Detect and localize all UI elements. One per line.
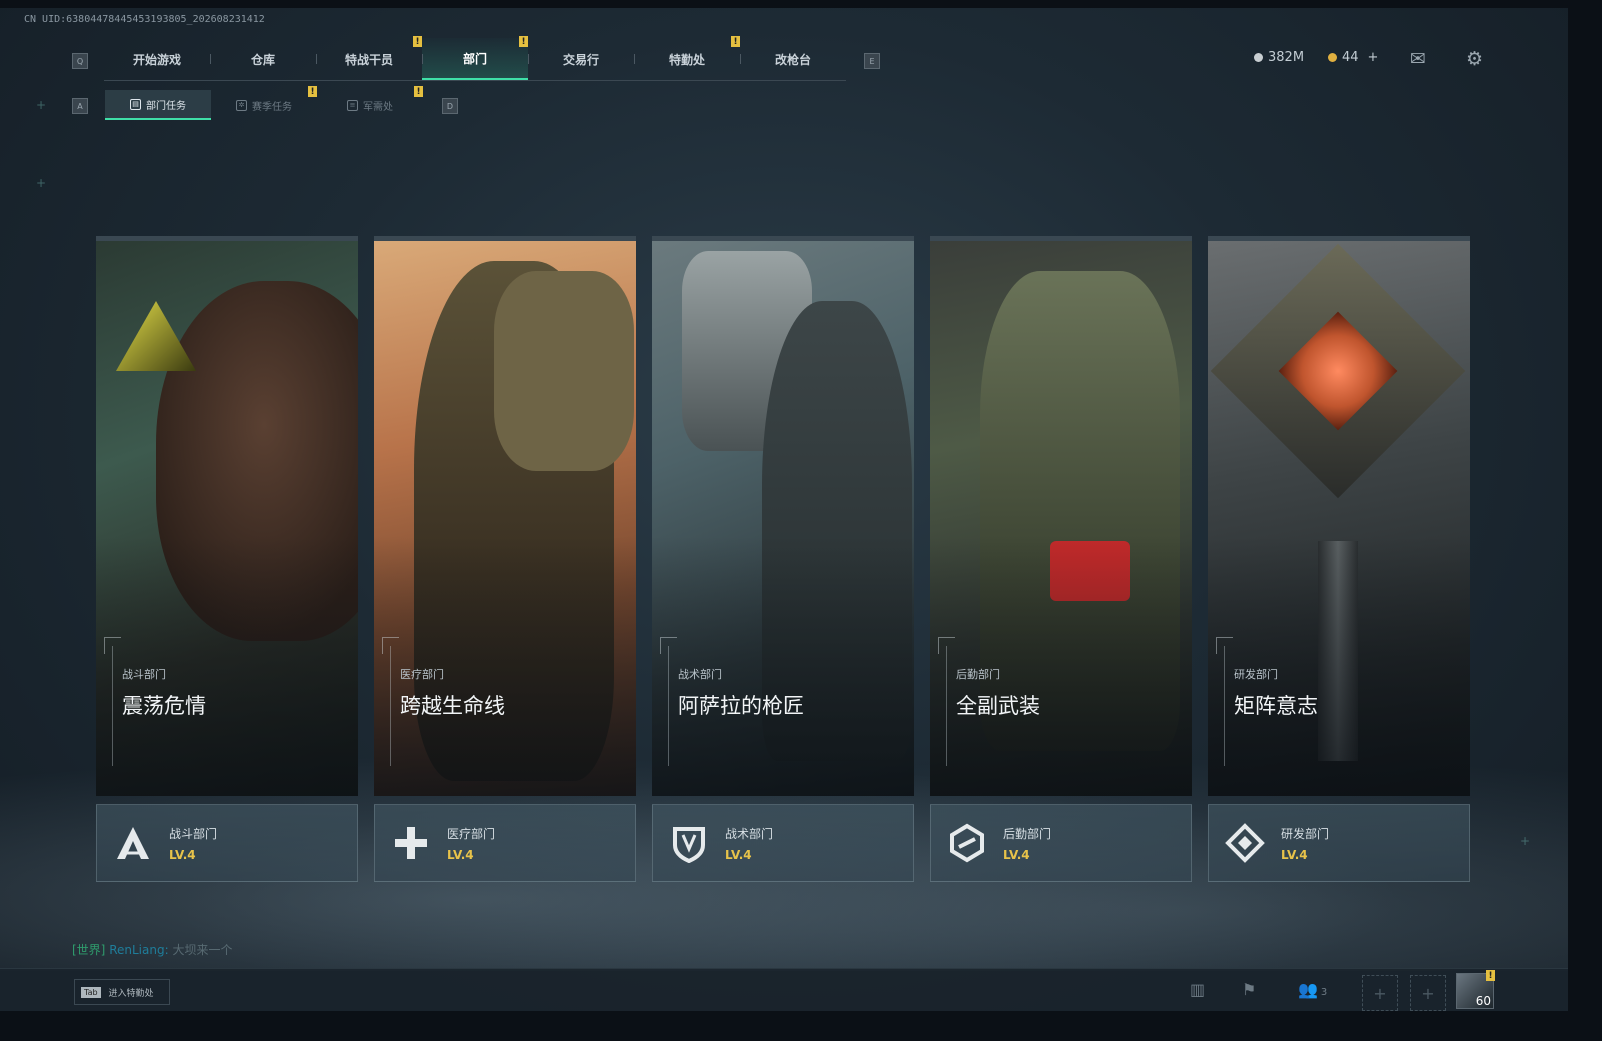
department-art: 医疗部门 跨越生命线 — [374, 236, 636, 796]
player-uid: CN UID:638044784454531938​05_20260823141… — [24, 14, 265, 25]
tab-warehouse[interactable]: 仓库 — [210, 38, 316, 80]
tab-key: Tab — [81, 986, 101, 998]
department-info-bar: 战术部门 LV.4 — [652, 804, 914, 882]
task-title: 跨越生命线 — [400, 694, 505, 718]
silver-coin-icon — [1254, 53, 1263, 62]
notification-badge: ! — [1486, 970, 1495, 981]
player-avatar[interactable]: 60 ! — [1456, 970, 1495, 1009]
notification-badge: ! — [414, 86, 423, 97]
medical-cross-icon — [389, 821, 433, 865]
department-level: LV.4 — [725, 847, 752, 862]
notification-badge: ! — [519, 36, 528, 47]
stats-icon[interactable]: ▥ — [1190, 980, 1205, 999]
department-level: LV.4 — [169, 847, 196, 862]
tab-start-game[interactable]: 开始游戏 — [104, 38, 210, 80]
task-icon: ▤ — [130, 98, 141, 110]
department-tag: 研发部门 — [1234, 668, 1278, 681]
department-name: 后勤部门 — [1003, 826, 1052, 841]
chat-channel: [世界] — [72, 943, 106, 957]
department-info-bar: 后勤部门 LV.4 — [930, 804, 1192, 882]
subnav-prev-key[interactable]: A — [72, 98, 88, 114]
department-info-bar: 战斗部门 LV.4 — [96, 804, 358, 882]
friends-icon[interactable]: 👥 3 — [1298, 980, 1327, 999]
department-art: 研发部门 矩阵意志 — [1208, 236, 1470, 796]
enter-special-service-label: 进入特勤处 — [108, 988, 154, 999]
task-title: 震荡危情 — [122, 694, 206, 718]
hud-cross-mark: + — [36, 176, 47, 190]
shield-icon — [667, 821, 711, 865]
tab-department[interactable]: 部门! — [422, 36, 528, 80]
department-tag: 后勤部门 — [956, 668, 1000, 681]
tab-operators[interactable]: 特战干员! — [316, 36, 422, 80]
enter-special-service-button[interactable]: Tab 进入特勤处 — [74, 979, 170, 1005]
subtab-quartermaster[interactable]: ≡ 军需处! — [317, 86, 423, 120]
department-art: 后勤部门 全副武装 — [930, 236, 1192, 796]
notification-badge: ! — [731, 36, 740, 47]
task-title: 阿萨拉的枪匠 — [678, 694, 804, 718]
main-nav: 开始游戏 仓库 特战干员! 部门! 交易行 特勤处! 改枪台 — [104, 36, 846, 81]
nav-next-key[interactable]: E — [864, 53, 880, 69]
subtab-department-tasks[interactable]: ▤ 部门任务 — [105, 90, 211, 120]
sub-nav: ▤ 部门任务 ✲ 赛季任务! ≡ 军需处! — [105, 86, 423, 120]
silver-currency: 382M — [1254, 50, 1304, 65]
notification-badge: ! — [308, 86, 317, 97]
department-card-logistics[interactable]: 后勤部门 全副武装 后勤部门 LV.4 — [930, 236, 1192, 882]
gold-coin-icon — [1328, 53, 1337, 62]
task-title: 全副武装 — [956, 694, 1040, 718]
department-name: 战斗部门 — [169, 826, 218, 841]
department-art: 战术部门 阿萨拉的枪匠 — [652, 236, 914, 796]
department-level: LV.4 — [447, 847, 474, 862]
team-slot-empty[interactable]: + — [1362, 975, 1398, 1011]
add-gold-button[interactable]: + — [1368, 50, 1379, 65]
world-chat-line[interactable]: [世界] RenLiang: 大坝来一个 — [72, 941, 232, 958]
subnav-next-key[interactable]: D — [442, 98, 458, 114]
tab-gunsmith[interactable]: 改枪台 — [740, 38, 846, 80]
research-diamond-icon — [1223, 821, 1267, 865]
subtab-season-tasks[interactable]: ✲ 赛季任务! — [211, 86, 317, 120]
hud-cross-mark: + — [36, 98, 47, 112]
chat-message: 大坝来一个 — [172, 943, 233, 957]
department-card-combat[interactable]: 战斗部门 震荡危情 战斗部门 LV.4 — [96, 236, 358, 882]
bottom-bar: Tab 进入特勤处 ▥ ⚑ 👥 3 + + 60 ! — [0, 968, 1568, 1011]
department-tag: 医疗部门 — [400, 668, 444, 681]
department-info-bar: 研发部门 LV.4 — [1208, 804, 1470, 882]
nav-prev-key[interactable]: Q — [72, 53, 88, 69]
department-name: 研发部门 — [1281, 826, 1330, 841]
gold-currency[interactable]: 44 + — [1328, 50, 1378, 65]
combat-a-icon — [111, 821, 155, 865]
logistics-link-icon — [945, 821, 989, 865]
department-level: LV.4 — [1281, 847, 1308, 862]
hud-cross-mark: + — [1520, 834, 1531, 848]
department-name: 医疗部门 — [447, 826, 496, 841]
gear-small-icon: ✲ — [236, 99, 247, 111]
notification-badge: ! — [413, 36, 422, 47]
tab-trade[interactable]: 交易行 — [528, 38, 634, 80]
department-card-medical[interactable]: 医疗部门 跨越生命线 医疗部门 LV.4 — [374, 236, 636, 882]
tab-special-service[interactable]: 特勤处! — [634, 36, 740, 80]
gear-icon[interactable]: ⚙ — [1466, 48, 1483, 70]
chat-sender: RenLiang: — [109, 943, 169, 957]
department-level: LV.4 — [1003, 847, 1030, 862]
mail-icon[interactable]: ✉ — [1410, 48, 1426, 70]
friends-count: 3 — [1320, 987, 1328, 998]
department-info-bar: 医疗部门 LV.4 — [374, 804, 636, 882]
player-level: 60 — [1475, 994, 1491, 1008]
team-slot-empty[interactable]: + — [1410, 975, 1446, 1011]
department-card-tactical[interactable]: 战术部门 阿萨拉的枪匠 战术部门 LV.4 — [652, 236, 914, 882]
supply-icon: ≡ — [347, 99, 358, 111]
department-art: 战斗部门 震荡危情 — [96, 236, 358, 796]
flag-icon[interactable]: ⚑ — [1242, 980, 1256, 999]
department-tag: 战斗部门 — [122, 668, 166, 681]
task-title: 矩阵意志 — [1234, 694, 1318, 718]
game-screen: + + + CN UID:638044784454531938​05_20260… — [0, 8, 1568, 1011]
department-name: 战术部门 — [725, 826, 774, 841]
department-card-research[interactable]: 研发部门 矩阵意志 研发部门 LV.4 — [1208, 236, 1470, 882]
department-tag: 战术部门 — [678, 668, 722, 681]
